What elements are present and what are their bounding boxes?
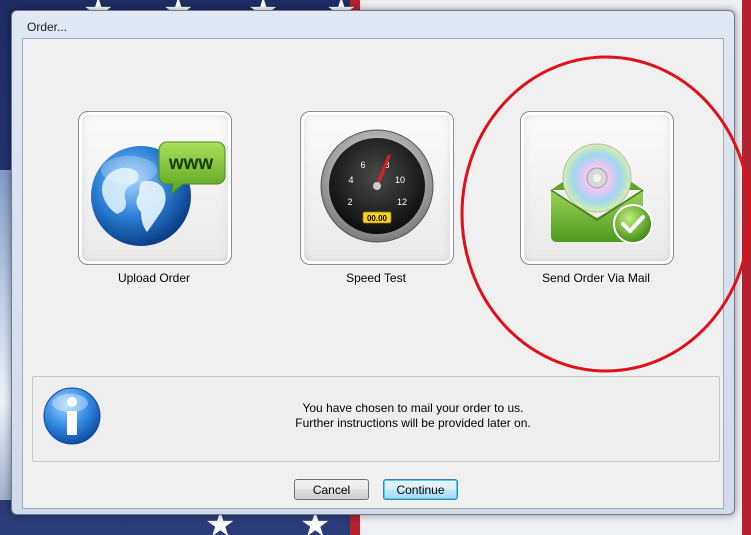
flag-red-stripe	[742, 0, 751, 535]
speed-test-option[interactable]: 2 4 6 8 10 12 00.00	[300, 111, 454, 265]
speedometer-icon: 2 4 6 8 10 12 00.00	[301, 112, 453, 264]
info-line: You have chosen to mail your order to us…	[302, 401, 524, 415]
gauge-number: 2	[347, 197, 352, 207]
speed-readout: 00.00	[367, 214, 388, 223]
send-order-via-mail-option[interactable]	[520, 111, 674, 265]
info-icon	[43, 387, 105, 452]
mail-cd-icon	[521, 112, 673, 264]
speed-test-label: Speed Test	[346, 271, 406, 285]
window-title: Order...	[27, 20, 68, 34]
www-text: www	[168, 153, 214, 174]
gauge-number: 4	[348, 175, 353, 185]
globe-www-icon: www	[79, 112, 231, 264]
info-panel: You have chosen to mail your order to us…	[32, 376, 720, 462]
cancel-button[interactable]: Cancel	[294, 479, 369, 500]
upload-order-label: Upload Order	[117, 271, 191, 285]
dialog-content: www Upload Order 2 4 6 10 12 00.00 Speed…	[22, 38, 724, 509]
continue-button[interactable]: Continue	[383, 479, 458, 500]
gauge-number: 10	[395, 175, 405, 185]
info-message: You have chosen to mail your order to us…	[183, 401, 643, 431]
title-bar[interactable]: Order...	[12, 11, 734, 37]
upload-order-option[interactable]: www	[78, 111, 232, 265]
gauge-number: 6	[360, 160, 365, 170]
info-line: Further instructions will be provided la…	[295, 416, 531, 430]
gauge-number: 12	[397, 197, 407, 207]
order-dialog: Order... www Upload Order 2 4 6 10 12 00…	[11, 10, 735, 515]
send-order-via-mail-label: Send Order Via Mail	[542, 271, 650, 285]
